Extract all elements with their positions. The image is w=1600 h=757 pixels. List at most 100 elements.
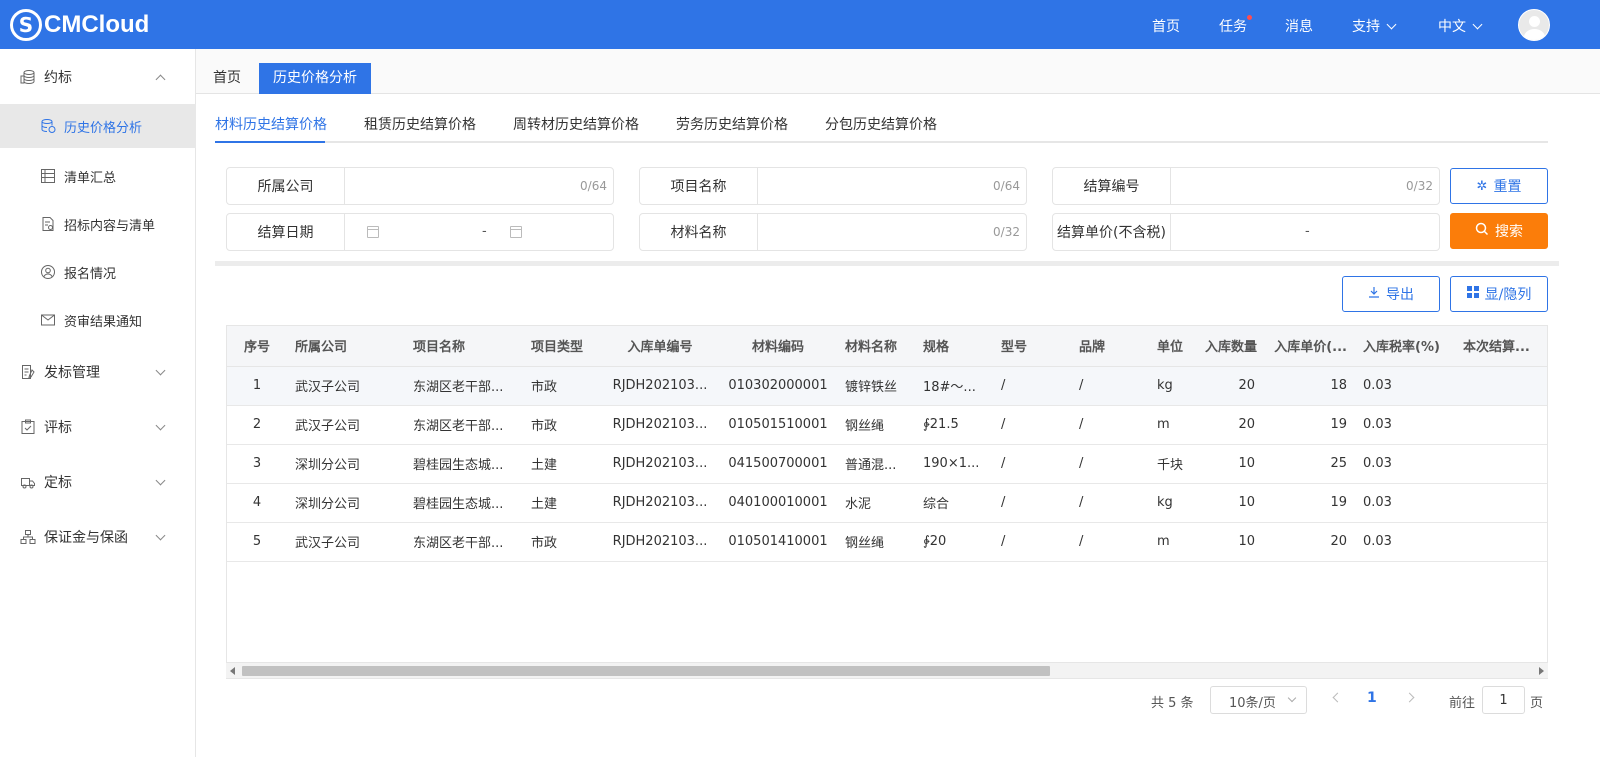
cell-spec: 18#～... <box>915 366 993 406</box>
cell-unit: m <box>1149 405 1205 445</box>
scrollbar-thumb[interactable] <box>242 666 1050 676</box>
col-header-material-code: 材料编码 <box>719 326 837 367</box>
coins-icon <box>20 70 35 85</box>
char-counter: 0/32 <box>993 225 1020 239</box>
cell-brand: / <box>1071 366 1149 406</box>
nav-support[interactable]: 支持 <box>1352 16 1397 36</box>
table-row[interactable]: 2 武汉子公司 东湖区老干部... 市政 RJDH202103... 0105015100… <box>227 405 1547 445</box>
top-header: S CMCloud 首页 任务 消息 支持 中文 <box>0 0 1600 49</box>
cell-material-name: 钢丝绳 <box>837 405 915 445</box>
scroll-right-arrow-icon[interactable] <box>1539 667 1544 675</box>
prev-page-icon[interactable] <box>1332 692 1343 703</box>
sidebar-item-label: 历史价格分析 <box>64 120 143 136</box>
col-header-project-type: 项目类型 <box>523 326 601 367</box>
cell-project-type: 土建 <box>523 444 601 484</box>
subtab-lease[interactable]: 租赁历史结算价格 <box>364 114 476 134</box>
chevron-down-icon <box>1287 693 1297 703</box>
sidebar-group-evaluate[interactable]: 评标 <box>0 403 196 451</box>
price-table: 序号 所属公司 项目名称 项目类型 入库单编号 材料编码 材料名称 规格 型号 … <box>227 326 1547 562</box>
tab-home[interactable]: 首页 <box>199 63 255 94</box>
scroll-left-arrow-icon[interactable] <box>230 667 235 675</box>
col-header-project: 项目名称 <box>405 326 523 367</box>
sidebar-group-publish[interactable]: 发标管理 <box>0 348 196 396</box>
sidebar-item-label: 招标内容与清单 <box>64 218 156 234</box>
col-header-company: 所属公司 <box>287 326 405 367</box>
subtab-turnover[interactable]: 周转材历史结算价格 <box>513 114 639 134</box>
download-icon <box>1368 286 1380 302</box>
table-row[interactable]: 5 武汉子公司 东湖区老干部... 市政 RJDH202103... 0105014100… <box>227 522 1547 562</box>
document-icon <box>42 217 54 231</box>
nav-messages[interactable]: 消息 <box>1285 16 1313 36</box>
sidebar-group-deposit[interactable]: 保证金与保函 <box>0 513 196 561</box>
nav-tasks[interactable]: 任务 <box>1219 15 1252 36</box>
cell-this-settlement <box>1455 483 1547 523</box>
search-button[interactable]: 搜索 <box>1450 213 1548 249</box>
cell-index: 1 <box>227 366 287 406</box>
cell-tax-rate: 0.03 <box>1355 522 1455 562</box>
cell-unit: kg <box>1149 366 1205 406</box>
nav-tasks-label: 任务 <box>1219 19 1247 35</box>
table-row[interactable]: 4 深圳分公司 碧桂园生态城... 土建 RJDH202103... 0401000100… <box>227 483 1547 523</box>
subtab-subcontract[interactable]: 分包历史结算价格 <box>825 114 937 134</box>
section-divider <box>215 261 1559 266</box>
nav-language[interactable]: 中文 <box>1438 16 1483 36</box>
filter-label: 结算编号 <box>1053 168 1171 204</box>
sidebar-item-review-notice[interactable]: 资审结果通知 <box>0 298 196 342</box>
cell-tax-rate: 0.03 <box>1355 366 1455 406</box>
material-input[interactable]: 0/32 <box>758 214 1026 250</box>
tab-price-analysis[interactable]: 历史价格分析 <box>259 63 371 94</box>
price-range-input[interactable]: - <box>1171 214 1439 250</box>
sidebar-group-award[interactable]: 定标 <box>0 458 196 506</box>
col-header-brand: 品牌 <box>1071 326 1149 367</box>
next-page-icon[interactable] <box>1404 692 1415 703</box>
goto-suffix: 页 <box>1530 696 1544 711</box>
cell-receipt-no: RJDH202103... <box>601 405 719 445</box>
toggle-columns-button[interactable]: 显/隐列 <box>1450 276 1548 312</box>
reset-button[interactable]: ✲ 重置 <box>1450 168 1548 204</box>
current-page[interactable]: 1 <box>1367 690 1377 706</box>
sidebar-item-registration[interactable]: 报名情况 <box>0 250 196 294</box>
nav-home[interactable]: 首页 <box>1152 16 1180 36</box>
sidebar-item-price-analysis[interactable]: 历史价格分析 <box>0 104 196 148</box>
subtab-material[interactable]: 材料历史结算价格 <box>215 114 327 134</box>
horizontal-scrollbar[interactable] <box>226 662 1548 678</box>
col-header-spec: 规格 <box>915 326 993 367</box>
cell-spec: 综合 <box>915 483 993 523</box>
sidebar-item-label: 清单汇总 <box>64 170 117 186</box>
project-input[interactable]: 0/64 <box>758 168 1026 204</box>
chevron-up-icon <box>155 74 166 85</box>
grid-icon <box>1466 286 1479 302</box>
sidebar-item-list-summary[interactable]: 清单汇总 <box>0 154 196 198</box>
col-header-receipt-no: 入库单编号 <box>601 326 719 367</box>
sidebar-group-label: 发标管理 <box>44 365 100 381</box>
user-avatar[interactable] <box>1518 9 1550 41</box>
chevron-down-icon <box>155 365 166 376</box>
col-header-qty: 入库数量 <box>1205 326 1263 367</box>
cell-project-type: 土建 <box>523 483 601 523</box>
col-header-material-name: 材料名称 <box>837 326 915 367</box>
cell-spec: 190×1... <box>915 444 993 484</box>
col-header-unit-price: 入库单价(... <box>1263 326 1355 367</box>
avatar-head-icon <box>1529 16 1540 27</box>
cell-unit-price: 19 <box>1263 483 1355 523</box>
page-size-select[interactable]: 10条/页 <box>1210 686 1307 714</box>
sidebar-group-yuebiao[interactable]: 约标 <box>0 53 196 101</box>
company-input[interactable]: 0/64 <box>345 168 613 204</box>
cell-model: / <box>993 522 1071 562</box>
subtab-labor[interactable]: 劳务历史结算价格 <box>676 114 788 134</box>
logo[interactable]: S CMCloud <box>10 9 149 41</box>
goto-page-input[interactable]: 1 <box>1482 686 1525 714</box>
export-button[interactable]: 导出 <box>1342 276 1440 312</box>
cell-qty: 10 <box>1205 444 1263 484</box>
settle-no-input[interactable]: 0/32 <box>1171 168 1439 204</box>
page-size-value: 10条/页 <box>1229 696 1276 711</box>
cell-receipt-no: RJDH202103... <box>601 522 719 562</box>
table-row[interactable]: 1 武汉子公司 东湖区老干部... 市政 RJDH202103... 0103020000… <box>227 366 1547 406</box>
sidebar: 约标 历史价格分析 清单汇总 招标内容与清单 报名情况 资审结果通知 发标管理 … <box>0 49 196 757</box>
date-range-input[interactable]: - <box>345 214 613 250</box>
cell-project: 东湖区老干部... <box>405 366 523 406</box>
filter-settle-no: 结算编号 0/32 <box>1052 167 1440 205</box>
sidebar-item-tender-content[interactable]: 招标内容与清单 <box>0 202 196 246</box>
table-row[interactable]: 3 深圳分公司 碧桂园生态城... 土建 RJDH202103... 0415007000… <box>227 444 1547 484</box>
search-label: 搜索 <box>1495 224 1523 240</box>
